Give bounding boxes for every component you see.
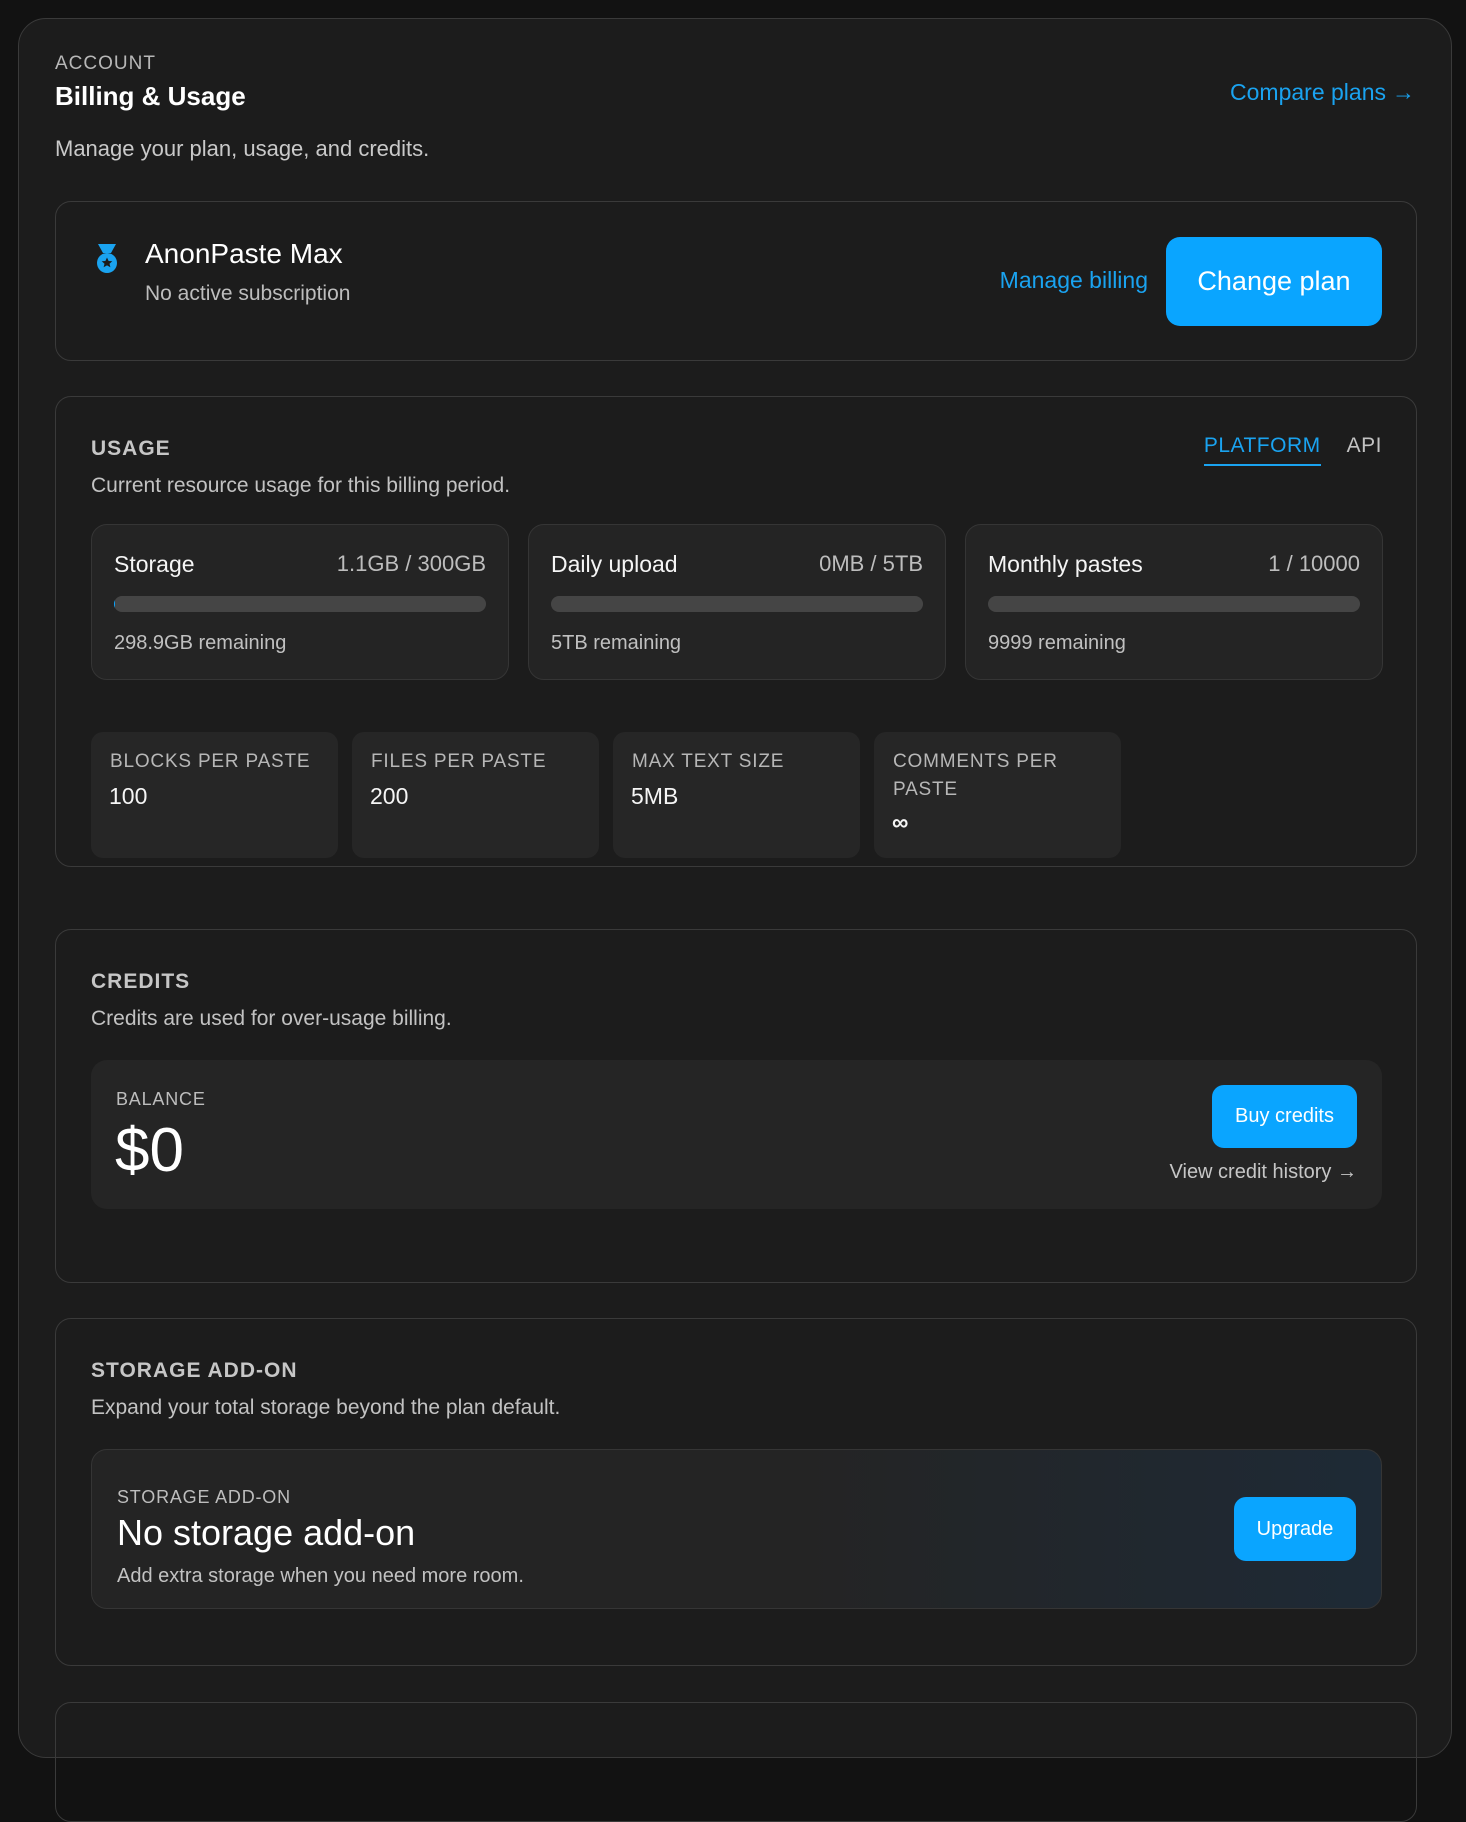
limit-label: BLOCKS PER PASTE [110,748,324,776]
limit-max-text-size: MAX TEXT SIZE 5MB [613,732,860,858]
meter-remaining: 298.9GB remaining [114,632,286,655]
limit-comments-per-paste: COMMENTS PER PASTE ∞ [874,732,1121,858]
limit-files-per-paste: FILES PER PASTE 200 [352,732,599,858]
meter-label: Storage [114,551,195,578]
page-subtitle: Manage your plan, usage, and credits. [55,136,1415,162]
addon-description: Add extra storage when you need more roo… [117,1565,524,1588]
compare-plans-label: Compare plans [1230,79,1386,105]
limit-value: 5MB [631,783,678,810]
daily-upload-meter: Daily upload 0MB / 5TB 5TB remaining [528,524,946,680]
usage-description: Current resource usage for this billing … [91,474,510,498]
arrow-right-icon: → [1392,79,1415,105]
view-credit-history-link[interactable]: View credit history → [1170,1161,1357,1184]
monthly-pastes-meter: Monthly pastes 1 / 10000 9999 remaining [965,524,1383,680]
plan-status: No active subscription [145,282,350,306]
limit-label: COMMENTS PER PASTE [893,748,1081,804]
compare-plans-link[interactable]: Compare plans→ [1230,79,1415,106]
meter-value: 1.1GB / 300GB [337,551,486,577]
next-section-card [55,1702,1417,1822]
tab-api[interactable]: API [1347,434,1382,466]
plan-name: AnonPaste Max [145,238,343,270]
storage-addon-panel: STORAGE ADD-ON No storage add-on Add ext… [91,1449,1382,1609]
meter-value: 0MB / 5TB [819,551,923,577]
progress-track [988,596,1360,612]
plan-card: AnonPaste Max No active subscription Man… [55,201,1417,361]
limit-blocks-per-paste: BLOCKS PER PASTE 100 [91,732,338,858]
storage-meter: Storage 1.1GB / 300GB 298.9GB remaining [91,524,509,680]
meter-value: 1 / 10000 [1268,551,1360,577]
balance-panel: BALANCE $0 Buy credits View credit histo… [91,1060,1382,1209]
addon-label: STORAGE ADD-ON [117,1487,291,1508]
credits-title: CREDITS [91,970,190,994]
meter-label: Daily upload [551,551,678,578]
usage-card: USAGE Current resource usage for this bi… [55,396,1417,867]
meter-label: Monthly pastes [988,551,1143,578]
limit-label: MAX TEXT SIZE [632,748,846,776]
billing-panel: ACCOUNT Billing & Usage Manage your plan… [18,18,1452,1758]
limit-label: FILES PER PASTE [371,748,585,776]
limit-value: 100 [109,783,147,810]
meter-remaining: 9999 remaining [988,632,1126,655]
medal-icon [92,242,122,276]
page-header: ACCOUNT Billing & Usage Manage your plan… [55,53,1415,162]
credits-card: CREDITS Credits are used for over-usage … [55,929,1417,1283]
usage-title: USAGE [91,437,171,461]
page-title: Billing & Usage [55,81,1415,112]
change-plan-button[interactable]: Change plan [1166,237,1382,326]
storage-addon-card: STORAGE ADD-ON Expand your total storage… [55,1318,1417,1666]
infinity-value: ∞ [892,809,908,836]
storage-addon-description: Expand your total storage beyond the pla… [91,1396,560,1420]
page-eyebrow: ACCOUNT [55,53,1415,75]
balance-label: BALANCE [116,1089,206,1110]
manage-billing-link[interactable]: Manage billing [1000,267,1148,294]
storage-addon-title: STORAGE ADD-ON [91,1359,298,1383]
arrow-right-icon: → [1337,1161,1357,1183]
credits-description: Credits are used for over-usage billing. [91,1007,452,1031]
limit-value: 200 [370,783,408,810]
progress-track [114,596,486,612]
progress-fill [114,596,115,612]
credit-history-label: View credit history [1170,1161,1332,1183]
upgrade-button[interactable]: Upgrade [1234,1497,1356,1561]
usage-tabs: PLATFORM API [1204,434,1382,466]
progress-track [551,596,923,612]
balance-value: $0 [115,1115,184,1186]
tab-platform[interactable]: PLATFORM [1204,434,1321,466]
addon-title: No storage add-on [117,1512,415,1554]
buy-credits-button[interactable]: Buy credits [1212,1085,1357,1148]
meter-remaining: 5TB remaining [551,632,681,655]
